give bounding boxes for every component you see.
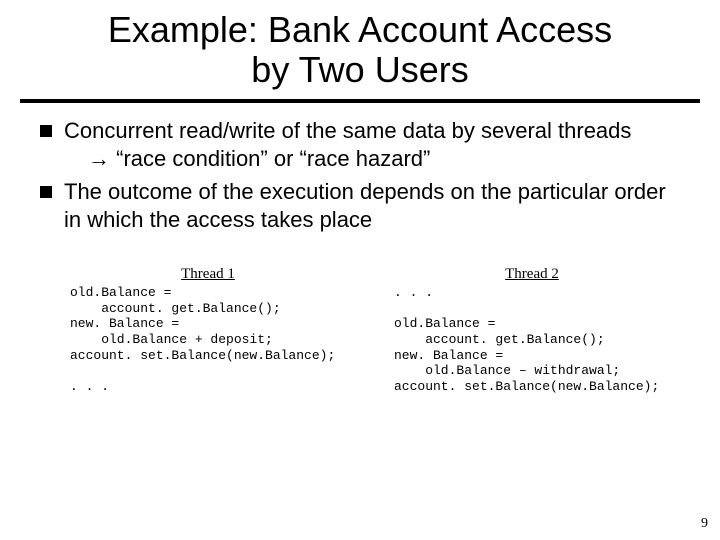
page-number: 9 (701, 516, 708, 532)
thread-2-code: . . . old.Balance = account. get.Balance… (394, 285, 670, 394)
slide-title: Example: Bank Account Access by Two User… (0, 0, 720, 95)
bullet-2-text: The outcome of the execution depends on … (64, 178, 680, 233)
slide: Example: Bank Account Access by Two User… (0, 0, 720, 540)
thread-1-column: Thread 1 old.Balance = account. get.Bala… (70, 265, 346, 394)
bullet-2: The outcome of the execution depends on … (40, 178, 680, 233)
title-line-1: Example: Bank Account Access (108, 9, 612, 50)
bullet-marker-icon (40, 186, 52, 198)
title-line-2: by Two Users (251, 49, 468, 90)
bullet-list: Concurrent read/write of the same data b… (0, 117, 720, 233)
threads-section: Thread 1 old.Balance = account. get.Bala… (0, 239, 720, 394)
thread-1-header: Thread 1 (70, 265, 346, 283)
bullet-1-main: Concurrent read/write of the same data b… (64, 118, 631, 143)
bullet-marker-icon (40, 125, 52, 137)
bullet-1: Concurrent read/write of the same data b… (40, 117, 680, 172)
bullet-1-text: Concurrent read/write of the same data b… (64, 117, 680, 172)
bullet-2-main: The outcome of the execution depends on … (64, 179, 666, 232)
bullet-1-sub: → “race condition” or “race hazard” (64, 146, 430, 171)
thread-2-column: Thread 2 . . . old.Balance = account. ge… (394, 265, 670, 394)
title-underline (20, 99, 700, 103)
thread-1-code: old.Balance = account. get.Balance(); ne… (70, 285, 346, 394)
thread-2-header: Thread 2 (394, 265, 670, 283)
